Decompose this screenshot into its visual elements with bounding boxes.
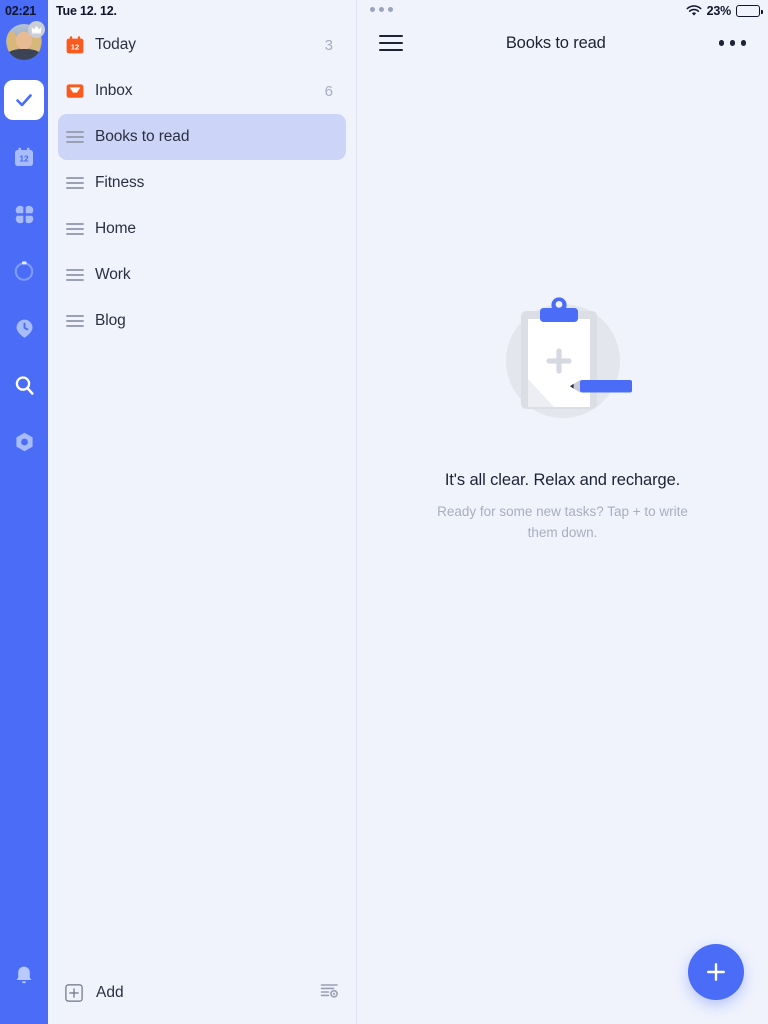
list-item-label: Books to read: [95, 128, 190, 145]
sidebar-item-tasks[interactable]: [4, 80, 44, 120]
add-task-fab[interactable]: [688, 944, 744, 1000]
empty-state: It's all clear. Relax and recharge. Read…: [357, 64, 768, 1024]
crown-badge-icon: [28, 21, 45, 38]
list-lines-icon: [66, 269, 84, 281]
calendar-12-icon: 12: [15, 147, 33, 166]
project-list-panel: 12 Today 3 Inbox 6 Books to read Fitness Home Wo…: [48, 0, 357, 1024]
clock-pin-icon: [16, 319, 32, 338]
list-lines-icon: [65, 313, 95, 329]
plus-square-icon: [65, 984, 83, 1002]
list-item-label: Work: [95, 266, 131, 283]
list-lines-icon: [65, 221, 95, 237]
avatar[interactable]: [6, 21, 45, 60]
list-lines-icon: [66, 223, 84, 235]
sidebar-item-boards[interactable]: [4, 194, 44, 234]
list-item[interactable]: Fitness: [58, 160, 346, 206]
calendar-today-icon: 12: [65, 35, 95, 55]
clipboard-pencil-illustration: [478, 279, 648, 449]
main-header: Books to read: [357, 0, 768, 64]
list-item[interactable]: Inbox 6: [58, 68, 346, 114]
list-lines-icon: [66, 315, 84, 327]
sidebar-item-calendar[interactable]: 12: [4, 137, 44, 177]
list-item-label: Inbox: [95, 82, 133, 99]
list-item[interactable]: 12 Today 3: [58, 22, 346, 68]
list-item-label: Fitness: [95, 174, 145, 191]
list-item[interactable]: Blog: [58, 298, 346, 344]
sort-settings-icon[interactable]: [320, 982, 339, 1004]
list-item-label: Blog: [95, 312, 126, 329]
list-lines-icon: [65, 129, 95, 145]
sidebar-item-upcoming[interactable]: [4, 308, 44, 348]
sidebar-rail: 12: [0, 0, 48, 1024]
list-lines-icon: [66, 131, 84, 143]
sidebar-item-search[interactable]: [4, 365, 44, 405]
inbox-tray-icon: [65, 81, 95, 101]
page-title: Books to read: [505, 33, 606, 52]
kebab-menu-icon[interactable]: [718, 40, 746, 46]
settings-hex-icon: [15, 432, 33, 451]
project-list: 12 Today 3 Inbox 6 Books to read Fitness Home Wo…: [48, 0, 356, 968]
add-list-button[interactable]: Add: [96, 984, 320, 1002]
list-item-count: 3: [324, 36, 333, 54]
sidebar-item-settings[interactable]: [4, 422, 44, 462]
list-item-label: Home: [95, 220, 136, 237]
list-item[interactable]: Home: [58, 206, 346, 252]
list-footer: Add: [48, 968, 356, 1024]
list-lines-icon: [65, 175, 95, 191]
inbox-tray-icon: [66, 84, 84, 98]
notifications-bell[interactable]: [4, 955, 44, 995]
bell-icon: [16, 966, 32, 983]
list-lines-icon: [66, 177, 84, 189]
svg-text:12: 12: [71, 43, 79, 52]
progress-ring-icon: [14, 261, 34, 281]
sidebar-item-progress[interactable]: [4, 251, 44, 291]
tasks-check-icon: [16, 94, 32, 107]
empty-state-title: It's all clear. Relax and recharge.: [444, 471, 681, 489]
list-lines-icon: [65, 267, 95, 283]
list-item[interactable]: Work: [58, 252, 346, 298]
empty-state-subtitle: Ready for some new tasks? Tap + to write…: [437, 504, 688, 540]
plus-icon: [707, 963, 725, 981]
calendar-today-icon: 12: [66, 36, 84, 54]
main-panel: Books to read It's all clear. Relax and …: [357, 0, 768, 1024]
svg-text:12: 12: [19, 154, 29, 164]
search-icon: [15, 375, 34, 395]
app-root: 02:21 Tue 12. 12. 23% 12 12 Today 3 Inbo…: [0, 0, 768, 1024]
list-item-count: 6: [324, 82, 333, 100]
grid-quadrants-icon: [15, 205, 33, 223]
list-item[interactable]: Books to read: [58, 114, 346, 160]
list-item-label: Today: [95, 36, 136, 53]
